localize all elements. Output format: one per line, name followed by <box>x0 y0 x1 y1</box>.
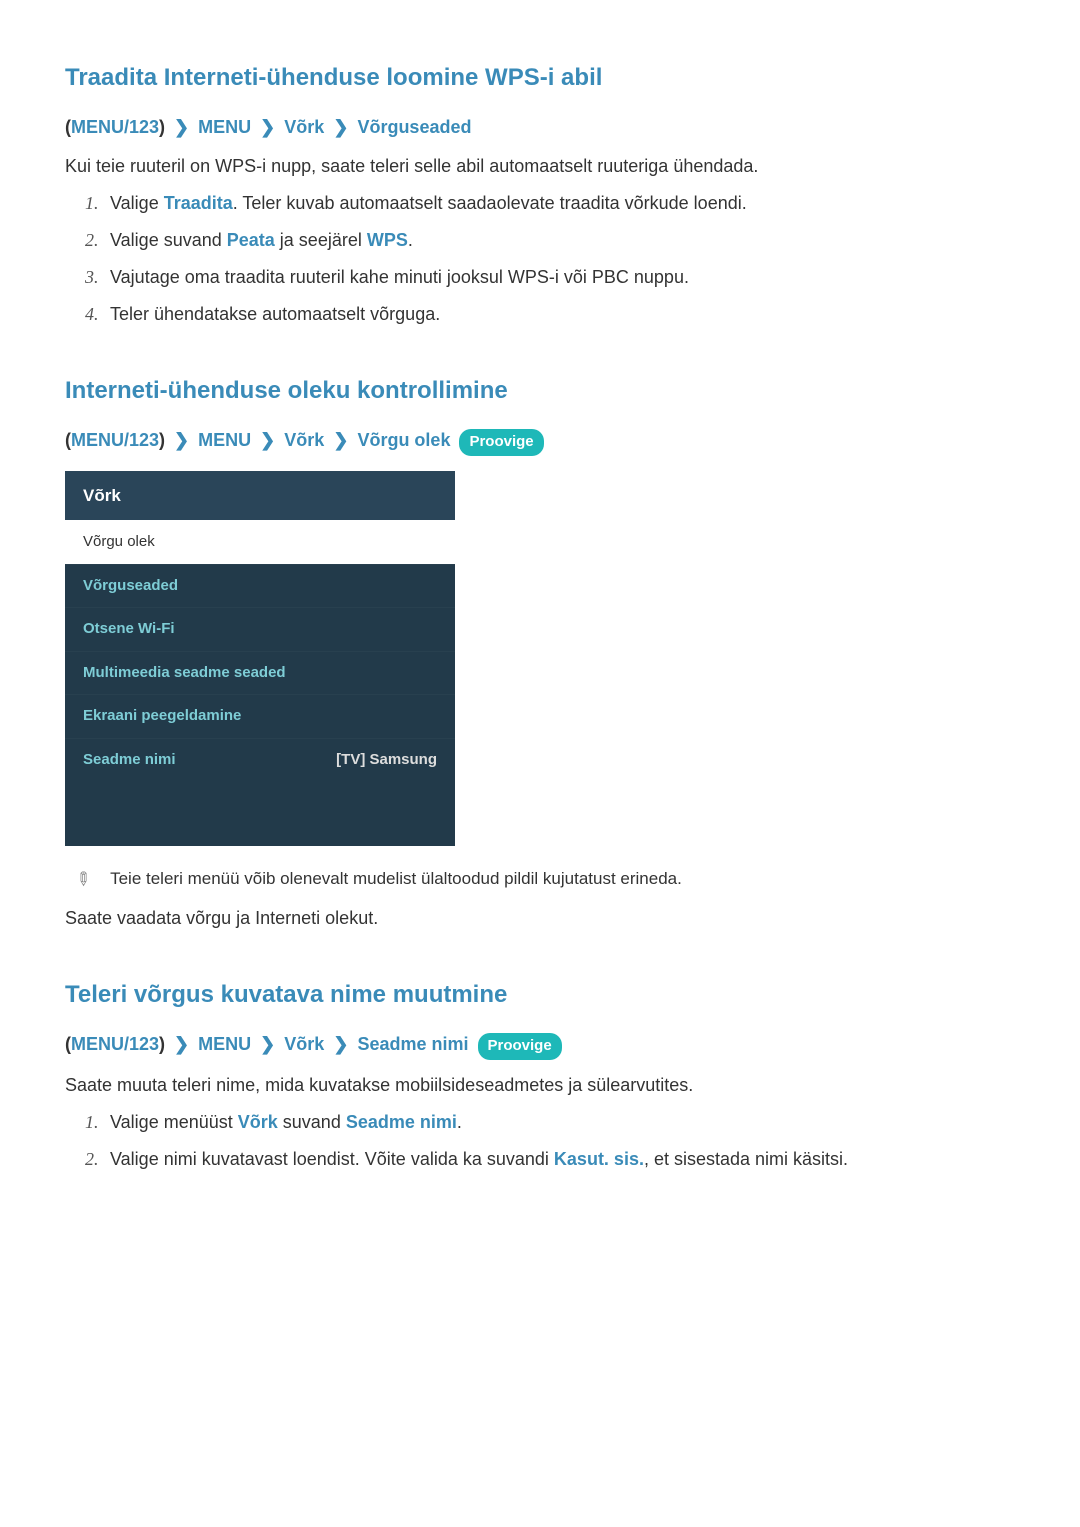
section-title: Teleri võrgus kuvatava nime muutmine <box>65 977 1015 1013</box>
list-item: Valige suvand Peata ja seejärel WPS. <box>85 227 1015 254</box>
menu-item: Multimeedia seadme seaded <box>65 651 455 695</box>
breadcrumb-part: MENU <box>198 430 251 450</box>
section-name: Teleri võrgus kuvatava nime muutmine (ME… <box>65 977 1015 1173</box>
chevron-right-icon: ❯ <box>174 427 189 454</box>
try-badge[interactable]: Proovige <box>459 429 543 456</box>
breadcrumb-part: MENU <box>198 117 251 137</box>
menu-header: Võrk <box>65 471 455 521</box>
section-status: Interneti-ühenduse oleku kontrollimine (… <box>65 373 1015 932</box>
chevron-right-icon: ❯ <box>333 114 348 141</box>
breadcrumb-part: Võrk <box>284 117 324 137</box>
list-item: Vajutage oma traadita ruuteril kahe minu… <box>85 264 1015 291</box>
menu-item: Seadme nimi [TV] Samsung <box>65 738 455 782</box>
section-title: Interneti-ühenduse oleku kontrollimine <box>65 373 1015 409</box>
section-title: Traadita Interneti-ühenduse loomine WPS-… <box>65 60 1015 96</box>
intro-text: Saate muuta teleri nime, mida kuvatakse … <box>65 1072 1015 1099</box>
chevron-right-icon: ❯ <box>174 1031 189 1058</box>
breadcrumb-part: Võrgu olek <box>357 430 450 450</box>
chevron-right-icon: ❯ <box>333 427 348 454</box>
breadcrumb-part: MENU/123 <box>71 1034 159 1054</box>
breadcrumb-part: Seadme nimi <box>357 1034 468 1054</box>
menu-item: Võrguseaded <box>65 564 455 608</box>
breadcrumb-part: Võrguseaded <box>357 117 471 137</box>
list-item: Teler ühendatakse automaatselt võrguga. <box>85 301 1015 328</box>
menu-screenshot: Võrk Võrgu olek Võrguseaded Otsene Wi-Fi… <box>65 471 455 847</box>
chevron-right-icon: ❯ <box>260 427 275 454</box>
try-badge[interactable]: Proovige <box>478 1033 562 1060</box>
breadcrumb: (MENU/123) ❯ MENU ❯ Võrk ❯ Võrguseaded <box>65 114 1015 141</box>
list-item: Valige Traadita. Teler kuvab automaatsel… <box>85 190 1015 217</box>
chevron-right-icon: ❯ <box>260 114 275 141</box>
note: ✎ Teie teleri menüü võib olenevalt mudel… <box>75 866 1015 893</box>
list-item: Valige menüüst Võrk suvand Seadme nimi. <box>85 1109 1015 1136</box>
chevron-right-icon: ❯ <box>174 114 189 141</box>
list-item: Valige nimi kuvatavast loendist. Võite v… <box>85 1146 1015 1173</box>
section-wps: Traadita Interneti-ühenduse loomine WPS-… <box>65 60 1015 328</box>
steps-list: Valige menüüst Võrk suvand Seadme nimi. … <box>85 1109 1015 1173</box>
note-text: Teie teleri menüü võib olenevalt mudelis… <box>110 866 682 892</box>
intro-text: Kui teie ruuteril on WPS-i nupp, saate t… <box>65 153 1015 180</box>
description: Saate vaadata võrgu ja Interneti olekut. <box>65 905 1015 932</box>
chevron-right-icon: ❯ <box>260 1031 275 1058</box>
steps-list: Valige Traadita. Teler kuvab automaatsel… <box>85 190 1015 328</box>
pencil-icon: ✎ <box>68 865 98 895</box>
menu-item: Ekraani peegeldamine <box>65 694 455 738</box>
breadcrumb-part: Võrk <box>284 430 324 450</box>
breadcrumb-part: MENU <box>198 1034 251 1054</box>
menu-item-selected: Võrgu olek <box>65 520 455 564</box>
breadcrumb-part: MENU/123 <box>71 430 159 450</box>
breadcrumb: (MENU/123) ❯ MENU ❯ Võrk ❯ Võrgu olek Pr… <box>65 427 1015 456</box>
breadcrumb-part: Võrk <box>284 1034 324 1054</box>
breadcrumb-part: MENU/123 <box>71 117 159 137</box>
breadcrumb: (MENU/123) ❯ MENU ❯ Võrk ❯ Seadme nimi P… <box>65 1031 1015 1060</box>
chevron-right-icon: ❯ <box>333 1031 348 1058</box>
menu-item: Otsene Wi-Fi <box>65 607 455 651</box>
menu-footer <box>65 781 455 846</box>
